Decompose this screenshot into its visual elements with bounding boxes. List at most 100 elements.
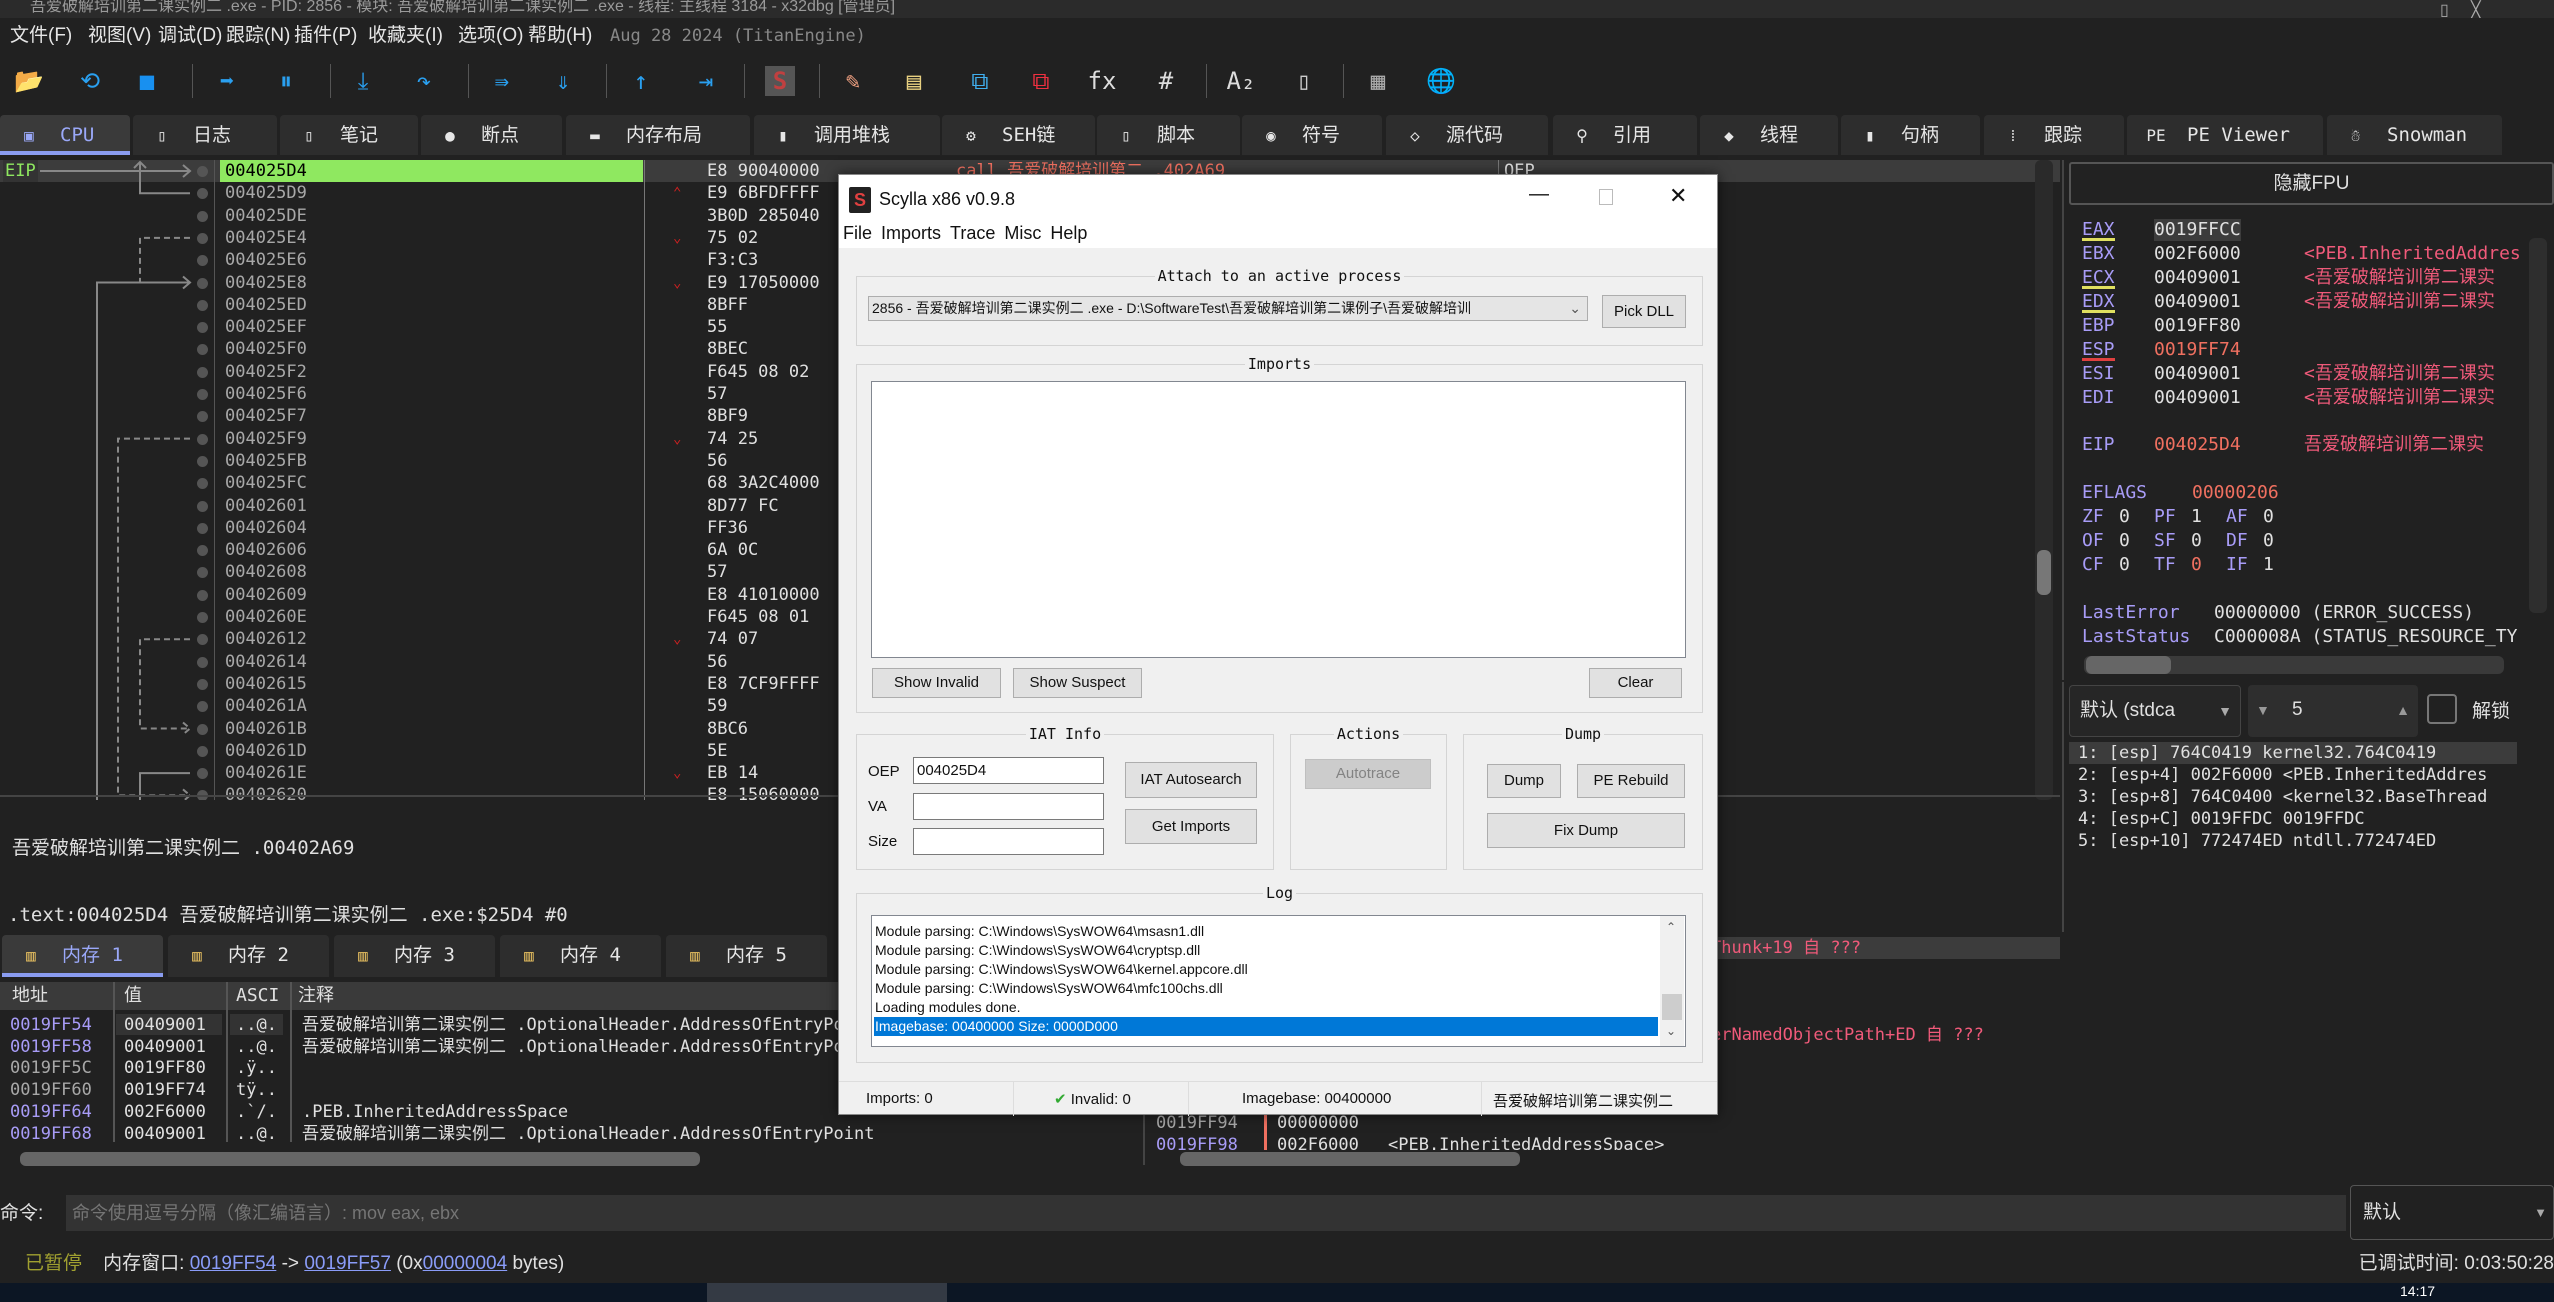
window-controls[interactable]: ▯ ╳	[2440, 0, 2481, 20]
stack-address[interactable]: 0019FF94	[1156, 1112, 1238, 1134]
log-line[interactable]: Module parsing: C:\Windows\SysWOW64\kern…	[874, 960, 1658, 979]
autotrace-button[interactable]: Autotrace	[1305, 759, 1431, 789]
command-mode-select[interactable]: 默认 ▼	[2350, 1185, 2554, 1240]
flag-value-of[interactable]: 0	[2119, 530, 2130, 552]
register-value-eax[interactable]: 0019FFCC	[2154, 219, 2241, 241]
register-value-eip[interactable]: 004025D4	[2154, 434, 2241, 456]
register-name-eip[interactable]: EIP	[2082, 434, 2115, 456]
increment-icon[interactable]: ▲	[2396, 685, 2410, 735]
scroll-thumb[interactable]	[1662, 994, 1682, 1020]
log-line[interactable]: Imagebase: 00400000 Size: 0000D000	[874, 1017, 1658, 1036]
size-prefix: (0x	[396, 1253, 423, 1274]
last-status-label: LastStatus	[2082, 626, 2191, 647]
register-name-edx[interactable]: EDX	[2082, 291, 2115, 313]
command-input[interactable]	[66, 1195, 2346, 1231]
dialog-menu-imports[interactable]: Imports	[881, 223, 941, 243]
log-line[interactable]: Module parsing: C:\Windows\SysWOW64\mfc1…	[874, 979, 1658, 998]
flag-value-zf[interactable]: 0	[2119, 506, 2130, 528]
registers-hscrollbar[interactable]	[2084, 656, 2504, 674]
flag-value-df[interactable]: 0	[2263, 530, 2274, 552]
actions-title: Actions	[1333, 725, 1404, 743]
call-arg-row[interactable]: 2: [esp+4] 002F6000 <PEB.InheritedAddres	[2078, 764, 2518, 786]
memory-end-link[interactable]: 0019FF57	[304, 1253, 391, 1274]
register-value-esi[interactable]: 00409001	[2154, 363, 2241, 385]
log-list[interactable]: Module parsing: C:\Windows\SysWOW64\msas…	[871, 915, 1686, 1047]
minimize-button[interactable]: —	[1529, 183, 1549, 206]
memory-size-link[interactable]: 00000004	[423, 1253, 508, 1274]
flag-af: AF	[2226, 506, 2248, 527]
tab-pe-viewer[interactable]: PE PE Viewer	[2127, 115, 2323, 155]
chevron-down-icon: ⌄	[1565, 297, 1581, 320]
register-value-esp[interactable]: 0019FF74	[2154, 339, 2241, 361]
log-line[interactable]: Module parsing: C:\Windows\SysWOW64\cryp…	[874, 941, 1658, 960]
flag-value-tf[interactable]: 0	[2191, 554, 2202, 576]
tab-snowman[interactable]: ☃ Snowman	[2327, 115, 2502, 155]
register-name-ebx[interactable]: EBX	[2082, 243, 2115, 265]
flag-value-pf[interactable]: 1	[2191, 506, 2202, 528]
dump-hscrollbar[interactable]	[20, 1152, 700, 1166]
log-line[interactable]: Module parsing: C:\Windows\SysWOW64\msas…	[874, 922, 1658, 941]
register-name-edi[interactable]: EDI	[2082, 387, 2115, 409]
scroll-up-icon[interactable]: ⌃	[1666, 920, 1676, 934]
dialog-menu-file[interactable]: File	[843, 223, 872, 243]
stack-value[interactable]: 00000000	[1277, 1112, 1359, 1134]
flag-tf: TF	[2154, 554, 2176, 575]
iat-autosearch-button[interactable]: IAT Autosearch	[1125, 762, 1257, 798]
register-value-ebx[interactable]: 002F6000	[2154, 243, 2241, 265]
pick-dll-button[interactable]: Pick DLL	[1602, 295, 1686, 328]
dialog-menu-misc[interactable]: Misc	[1004, 223, 1041, 243]
register-name-esi[interactable]: ESI	[2082, 363, 2115, 385]
pe-rebuild-button[interactable]: PE Rebuild	[1577, 764, 1685, 798]
process-select[interactable]: 2856 - 吾爱破解培训第二课实例二 .exe - D:\SoftwareTe…	[868, 296, 1588, 321]
call-arg-row[interactable]: 4: [esp+C] 0019FFDC 0019FFDC	[2078, 808, 2518, 830]
dialog-menu-help[interactable]: Help	[1050, 223, 1087, 243]
register-name-esp[interactable]: ESP	[2082, 339, 2115, 361]
call-arg-row[interactable]: 3: [esp+8] 764C0400 <kernel32.BaseThread	[2078, 786, 2518, 808]
hide-fpu-button[interactable]: 隐藏FPU	[2069, 162, 2554, 205]
flag-value-sf[interactable]: 0	[2191, 530, 2202, 552]
register-value-edi[interactable]: 00409001	[2154, 387, 2241, 409]
show-invalid-button[interactable]: Show Invalid	[872, 668, 1001, 698]
show-suspect-button[interactable]: Show Suspect	[1013, 668, 1142, 698]
call-arg-row[interactable]: 5: [esp+10] 772474ED ntdll.772474ED	[2078, 830, 2518, 852]
clear-button[interactable]: Clear	[1589, 668, 1682, 698]
dialog-statusbar: Imports: 0 ✔ Invalid: 0 Imagebase: 00400…	[839, 1081, 1717, 1116]
register-value-ecx[interactable]: 00409001	[2154, 267, 2241, 289]
eflags-value[interactable]: 00000206	[2192, 482, 2279, 504]
unlock-checkbox[interactable]	[2427, 694, 2457, 724]
register-value-edx[interactable]: 00409001	[2154, 291, 2241, 313]
stack-address[interactable]: 0019FF98	[1156, 1134, 1238, 1150]
decrement-icon[interactable]: ▼	[2256, 685, 2270, 735]
register-name-ecx[interactable]: ECX	[2082, 267, 2115, 289]
register-name-eax[interactable]: EAX	[2082, 219, 2115, 241]
get-imports-button[interactable]: Get Imports	[1125, 809, 1257, 844]
arg-count-spinner[interactable]: ▼ 5 ▲	[2248, 685, 2418, 737]
va-input[interactable]	[913, 793, 1104, 820]
flag-value-if[interactable]: 1	[2263, 554, 2274, 576]
log-scrollbar[interactable]: ⌃ ⌄	[1660, 916, 1684, 1046]
memory-start-link[interactable]: 0019FF54	[190, 1253, 277, 1274]
maximize-button[interactable]	[1599, 189, 1613, 205]
arrow-text: ->	[281, 1253, 300, 1274]
call-arg-row[interactable]: 1: [esp] 764C0419 kernel32.764C0419	[2078, 742, 2518, 764]
calling-convention-select[interactable]: 默认 (stdca ▼	[2069, 685, 2241, 737]
imports-tree[interactable]	[871, 381, 1686, 658]
flag-value-af[interactable]: 0	[2263, 506, 2274, 528]
dialog-menu-trace[interactable]: Trace	[950, 223, 995, 243]
dump-button[interactable]: Dump	[1487, 764, 1561, 798]
oep-input[interactable]: 004025D4	[913, 757, 1104, 784]
flag-value-cf[interactable]: 0	[2119, 554, 2130, 576]
register-name-ebp[interactable]: EBP	[2082, 315, 2115, 337]
register-value-ebp[interactable]: 0019FF80	[2154, 315, 2241, 337]
taskbar-active-app[interactable]	[707, 1283, 947, 1302]
close-button[interactable]: ✕	[1669, 183, 1687, 209]
size-input[interactable]	[913, 828, 1104, 855]
scroll-down-icon[interactable]: ⌄	[1666, 1024, 1676, 1038]
stack-hscrollbar[interactable]	[1180, 1152, 1520, 1166]
registers-vscrollbar[interactable]	[2529, 238, 2547, 613]
log-line[interactable]: Loading modules done.	[874, 998, 1658, 1017]
size-label: Size	[868, 833, 898, 850]
registers-panel: 隐藏FPU EAX 0019FFCC EBX 002F6000 <PEB.Inherit…	[2062, 160, 2554, 680]
stack-value[interactable]: 002F6000	[1277, 1134, 1359, 1150]
fix-dump-button[interactable]: Fix Dump	[1487, 813, 1685, 848]
